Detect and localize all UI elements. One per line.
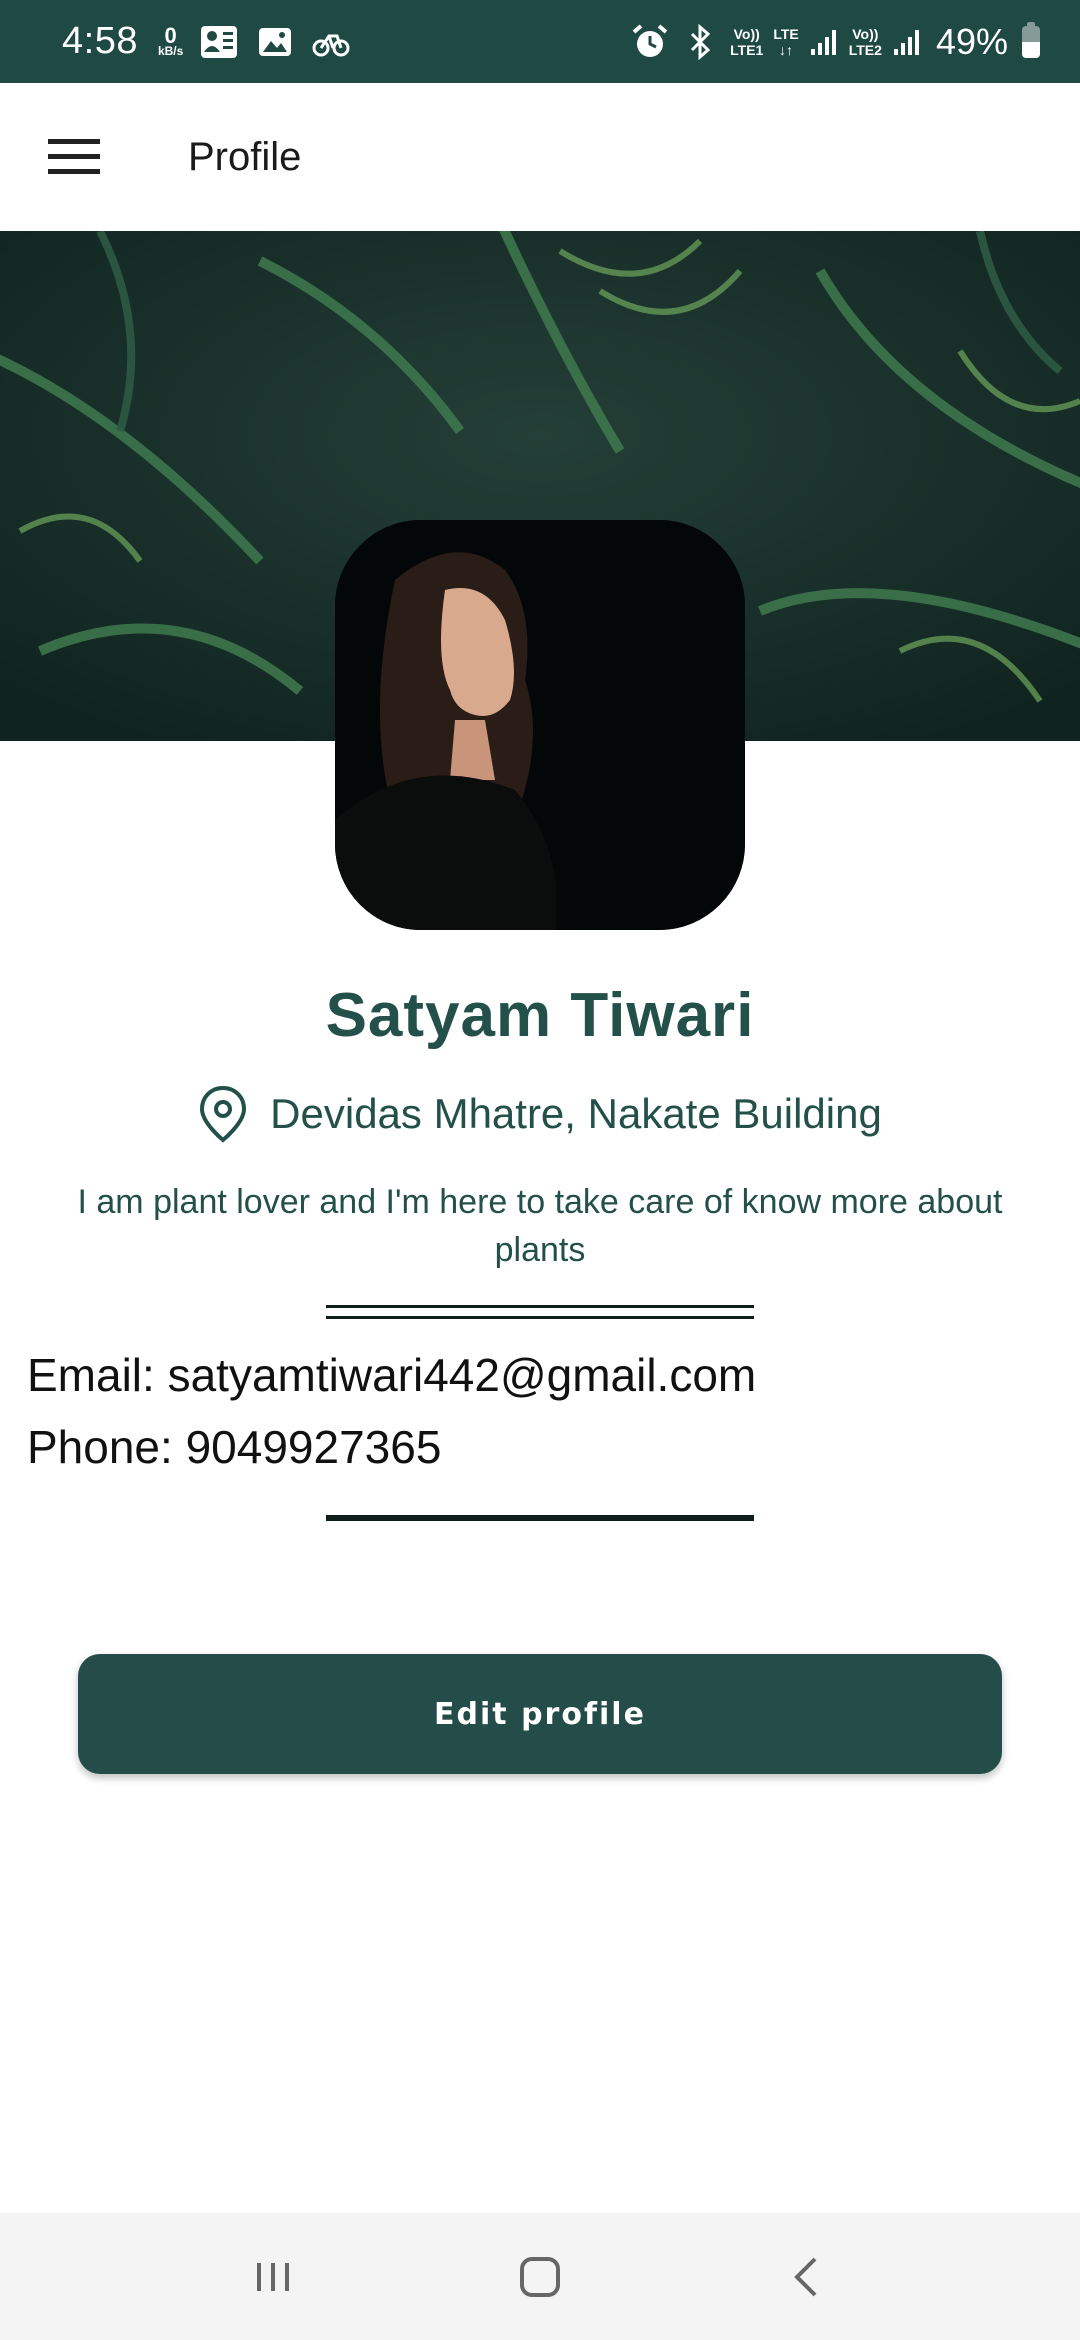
home-button[interactable]: [495, 2232, 585, 2322]
gallery-contacts-icon: [201, 25, 238, 58]
battery-icon: [1022, 21, 1040, 58]
lte-label: LTE: [773, 25, 799, 42]
back-button[interactable]: [762, 2232, 852, 2322]
sim1-network: LTE1: [730, 41, 764, 58]
data-rate-indicator: 0 kB/s: [157, 22, 184, 58]
status-time: 4:58: [62, 20, 138, 62]
phone-text: Phone: 9049927365: [27, 1421, 442, 1473]
recent-apps-button[interactable]: [228, 2232, 318, 2322]
avatar[interactable]: [335, 520, 745, 930]
location-row: Devidas Mhatre, Nakate Building: [0, 1085, 1080, 1143]
back-icon: [793, 2257, 817, 2296]
alarm-icon: [632, 23, 668, 57]
sim2-network: LTE2: [848, 41, 882, 58]
page-title: Profile: [188, 134, 302, 179]
app-bar: Profile: [0, 83, 1080, 231]
navigation-bar: [0, 2213, 1080, 2340]
bluetooth-icon: [691, 23, 711, 60]
signal-icon: [810, 29, 836, 55]
edit-profile-button[interactable]: Edit profile: [78, 1654, 1002, 1774]
data-rate-value: 0: [164, 22, 177, 48]
email-text: Email: satyamtiwari442@gmail.com: [27, 1349, 757, 1401]
sim2-indicator: Vo)) LTE2: [849, 26, 882, 58]
bike-icon: [312, 34, 350, 56]
location-pin-icon: [200, 1085, 247, 1143]
data-rate-unit: kB/s: [157, 43, 184, 58]
location-text: Devidas Mhatre, Nakate Building: [270, 1090, 882, 1137]
divider: [326, 1305, 754, 1319]
sim2-volte: Vo)): [852, 25, 879, 42]
bio-text: I am plant lover and I'm here to take ca…: [77, 1183, 1003, 1269]
menu-button[interactable]: [0, 83, 148, 231]
divider: [326, 1515, 754, 1521]
sim1-indicator: Vo)) LTE1: [730, 26, 763, 58]
recent-apps-icon: [257, 2262, 290, 2291]
profile-photo: [335, 520, 745, 930]
sim1-volte: Vo)): [733, 25, 760, 42]
hamburger-menu-icon: [48, 139, 100, 174]
image-icon: [259, 27, 292, 56]
signal-icon: [893, 29, 919, 55]
battery-percent: 49%: [935, 20, 1008, 62]
profile-name: Satyam Tiwari: [325, 981, 755, 1050]
lte-indicator: LTE ↓↑: [773, 26, 798, 58]
battery-level: [1022, 41, 1040, 58]
home-icon: [519, 2256, 560, 2297]
data-arrows-icon: ↓↑: [779, 41, 794, 58]
status-bar: 4:58 0 kB/s Vo)) LTE1 LTE ↓↑ Vo)) LTE2 4…: [0, 0, 1080, 83]
